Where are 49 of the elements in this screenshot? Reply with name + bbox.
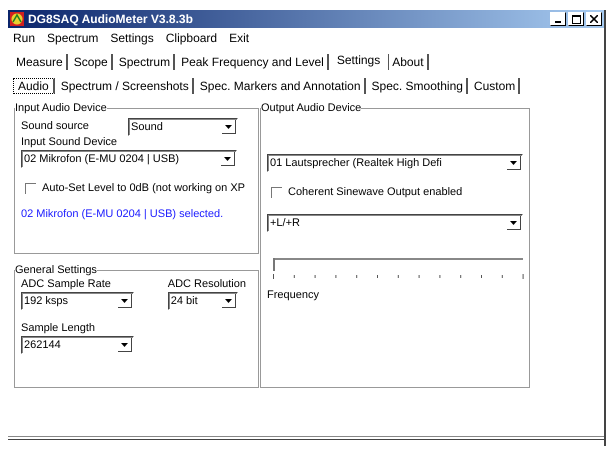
slider-label: Frequency: [267, 289, 320, 301]
close-icon: [590, 15, 598, 23]
tab[interactable]: Spectrum: [116, 54, 176, 70]
dropdown[interactable]: 24 bit: [168, 292, 238, 310]
menu-item[interactable]: Clipboard: [166, 31, 218, 45]
tab[interactable]: Spec. Smoothing: [368, 78, 468, 94]
field-label: Input Sound Device: [21, 136, 118, 148]
app-logo-icon: [10, 12, 24, 26]
field-label: ADC Resolution: [168, 278, 246, 290]
close-button[interactable]: [586, 12, 602, 26]
dropdown[interactable]: 262144: [21, 336, 134, 354]
menu-item[interactable]: Exit: [229, 31, 250, 45]
dropdown[interactable]: 02 Mikrofon (E-MU 0204 | USB): [21, 150, 237, 168]
checkbox-label: Coherent Sinewave Output enabled: [288, 186, 462, 198]
maximize-button[interactable]: [568, 12, 584, 26]
minimize-button[interactable]: [550, 12, 566, 26]
field-label: Sound source: [21, 120, 89, 132]
tab[interactable]: Custom: [470, 78, 520, 94]
dropdown-arrow-icon: [121, 342, 128, 346]
dropdown-arrow-icon: [510, 220, 517, 224]
dropdown-arrow-icon: [224, 156, 231, 160]
field-label: Sample Length: [21, 322, 96, 334]
menu-item[interactable]: Run: [13, 31, 36, 45]
menu-item[interactable]: Settings: [110, 31, 154, 45]
dropdown-arrow-icon: [510, 160, 517, 164]
dropdown[interactable]: Sound: [128, 118, 238, 136]
group-title: Output Audio Device: [261, 102, 362, 114]
group-title: Input Audio Device: [15, 102, 107, 114]
tab[interactable]: Peak Frequency and Level: [178, 54, 329, 70]
maximize-icon: [572, 14, 580, 24]
status-text: 02 Mikrofon (E-MU 0204 | USB) selected.: [21, 208, 224, 220]
dropdown[interactable]: 01 Lautsprecher (Realtek High Defi: [267, 154, 523, 172]
menu-item[interactable]: Spectrum: [47, 31, 98, 45]
dropdown-arrow-icon: [224, 298, 232, 302]
field-label: ADC Sample Rate: [21, 278, 112, 290]
tab[interactable]: Audio: [13, 78, 55, 94]
tab[interactable]: Measure: [13, 54, 68, 70]
dropdown-arrow-icon: [225, 124, 232, 128]
checkbox-label: Auto-Set Level to 0dB (not working on XP: [42, 182, 246, 194]
window-title: DG8SAQ AudioMeter V3.8.3b: [28, 12, 194, 26]
dropdown[interactable]: +L/+R: [267, 214, 523, 232]
tab[interactable]: Spectrum / Screenshots: [58, 78, 194, 94]
tab[interactable]: Spec. Markers and Annotation: [196, 78, 366, 94]
dropdown-arrow-icon: [121, 298, 128, 302]
tab[interactable]: Settings: [332, 53, 386, 67]
tab[interactable]: About: [388, 54, 429, 70]
dropdown[interactable]: 192 ksps: [21, 292, 134, 310]
tab[interactable]: Scope: [70, 54, 113, 70]
group-title: General Settings: [15, 264, 97, 276]
